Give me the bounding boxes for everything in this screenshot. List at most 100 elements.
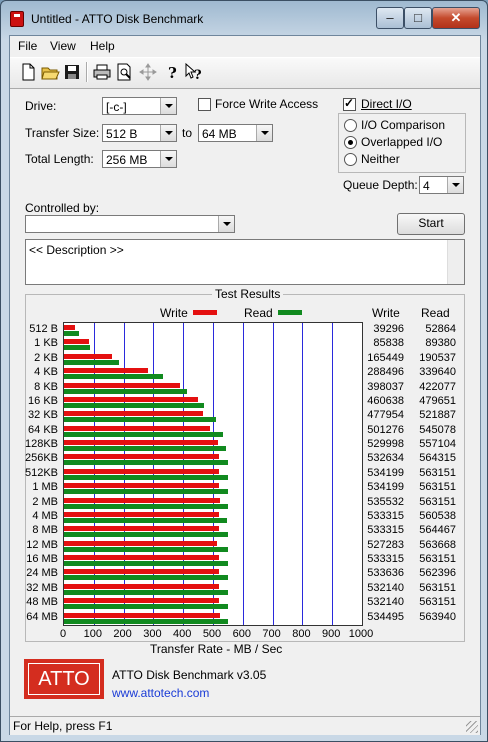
category-label: 4 MB (32, 509, 58, 522)
transfer-from-select[interactable]: 512 B (102, 124, 177, 142)
chevron-down-icon[interactable] (160, 151, 176, 167)
chevron-down-icon[interactable] (160, 98, 176, 114)
read-value: 479651 (419, 394, 456, 407)
category-label: 16 KB (28, 394, 58, 407)
write-value: 534199 (367, 466, 404, 479)
client-area: File View Help ? ? Drive: [-c-] Force Wr… (9, 35, 481, 735)
overlapped-io-radio[interactable] (344, 136, 357, 149)
write-bar (64, 526, 220, 532)
read-bar (64, 503, 228, 509)
menu-help[interactable]: Help (90, 39, 115, 53)
write-bar (64, 382, 180, 388)
write-bar (64, 353, 113, 359)
chart-plot-area (63, 322, 363, 626)
help-icon[interactable]: ? (162, 62, 182, 82)
read-value: 563668 (419, 538, 456, 551)
category-label: 2 KB (34, 351, 58, 364)
gridline (272, 323, 274, 625)
drive-value: [-c-] (106, 100, 127, 114)
category-label: 128KB (24, 438, 58, 451)
gridline (332, 323, 334, 625)
new-icon[interactable] (18, 62, 38, 82)
write-value: 532140 (367, 581, 404, 594)
read-bar (64, 388, 187, 394)
read-bar (64, 604, 228, 610)
read-value: 545078 (419, 423, 456, 436)
force-write-checkbox[interactable] (198, 98, 211, 111)
write-value: 533315 (367, 553, 404, 566)
read-bar (64, 417, 216, 423)
category-label: 512KB (24, 466, 58, 479)
read-bar (64, 345, 90, 351)
total-length-select[interactable]: 256 MB (102, 150, 177, 168)
read-value: 190537 (419, 351, 456, 364)
description-box[interactable]: << Description >> (25, 239, 465, 285)
gridline (242, 323, 244, 625)
title-bar[interactable]: Untitled - ATTO Disk Benchmark – □ ✕ (1, 1, 487, 35)
chevron-down-icon[interactable] (447, 177, 463, 193)
write-value: 534495 (367, 610, 404, 623)
open-icon[interactable] (40, 62, 60, 82)
legend-read-label: Read (244, 306, 273, 320)
website-link[interactable]: www.attotech.com (112, 686, 209, 700)
print-icon[interactable] (92, 62, 112, 82)
menu-view[interactable]: View (50, 39, 76, 53)
write-value: 288496 (367, 366, 404, 379)
app-icon (10, 11, 24, 27)
save-icon[interactable] (62, 62, 82, 82)
chevron-down-icon[interactable] (160, 125, 176, 141)
controlled-by-select[interactable] (25, 215, 235, 233)
write-bar (64, 497, 220, 503)
read-bar (64, 532, 229, 538)
minimize-button[interactable]: – (376, 7, 404, 29)
window-title: Untitled - ATTO Disk Benchmark (31, 12, 204, 26)
drive-select[interactable]: [-c-] (102, 97, 177, 115)
write-value: 534199 (367, 481, 404, 494)
read-bar (64, 489, 228, 495)
queue-depth-label: Queue Depth: (343, 178, 418, 192)
category-label: 8 KB (34, 380, 58, 393)
read-bar (64, 561, 228, 567)
x-tick-label: 900 (322, 628, 341, 640)
category-label: 2 MB (32, 495, 58, 508)
read-value: 563151 (419, 481, 456, 494)
svg-text:?: ? (168, 64, 177, 82)
write-bar (64, 540, 218, 546)
close-button[interactable]: ✕ (432, 7, 480, 29)
description-text: << Description >> (29, 243, 124, 257)
start-button[interactable]: Start (397, 213, 465, 235)
write-value: 529998 (367, 438, 404, 451)
category-label: 24 MB (26, 567, 58, 580)
neither-label: Neither (361, 152, 400, 166)
chevron-down-icon[interactable] (256, 125, 272, 141)
transfer-to-select[interactable]: 64 MB (198, 124, 273, 142)
read-value: 560538 (419, 509, 456, 522)
context-help-icon[interactable]: ? (184, 62, 204, 83)
io-comparison-radio[interactable] (344, 119, 357, 132)
write-value: 477954 (367, 409, 404, 422)
results-title: Test Results (212, 287, 284, 301)
resize-grip[interactable] (466, 721, 478, 733)
io-comparison-label: I/O Comparison (361, 118, 446, 132)
description-scrollbar[interactable] (447, 240, 464, 284)
x-tick-label: 300 (143, 628, 162, 640)
total-length-label: Total Length: (25, 152, 94, 166)
write-value: 527283 (367, 538, 404, 551)
category-label: 1 MB (32, 481, 58, 494)
menu-file[interactable]: File (18, 39, 37, 53)
neither-radio[interactable] (344, 153, 357, 166)
move-icon[interactable] (138, 62, 158, 82)
write-bar (64, 454, 219, 460)
read-bar (64, 460, 229, 466)
maximize-button[interactable]: □ (404, 7, 432, 29)
chevron-down-icon[interactable] (218, 216, 234, 232)
read-bar (64, 431, 223, 437)
print-preview-icon[interactable] (114, 62, 134, 82)
legend-read-swatch (278, 310, 302, 315)
category-label: 32 KB (28, 409, 58, 422)
app-window: Untitled - ATTO Disk Benchmark – □ ✕ Fil… (0, 0, 488, 742)
read-value: 563940 (419, 610, 456, 623)
x-tick-label: 800 (292, 628, 311, 640)
queue-depth-select[interactable]: 4 (419, 176, 464, 194)
direct-io-checkbox[interactable] (343, 96, 356, 111)
